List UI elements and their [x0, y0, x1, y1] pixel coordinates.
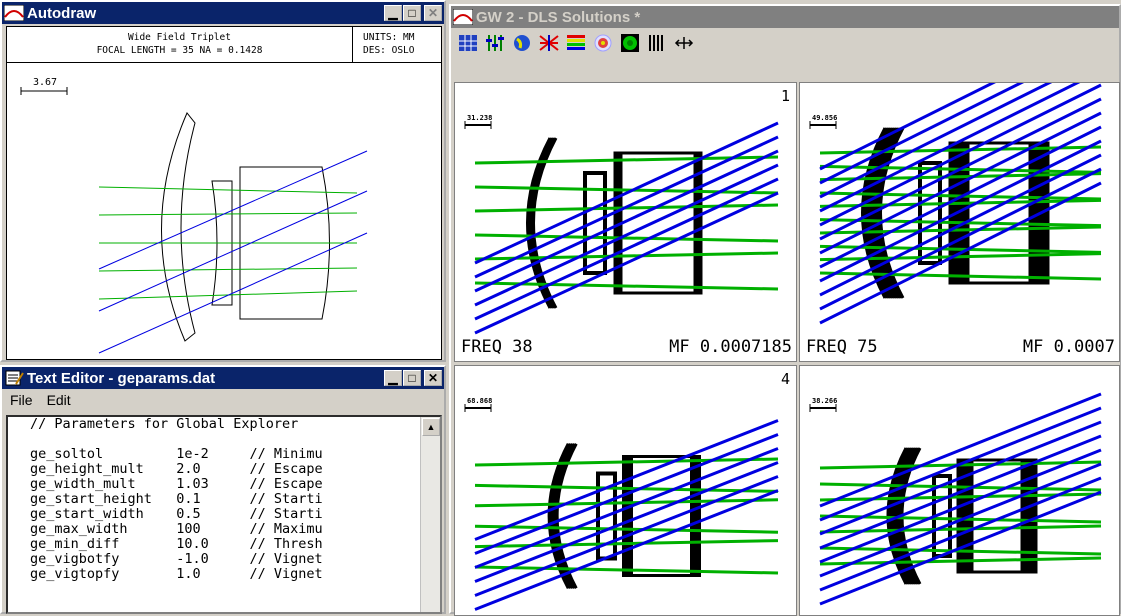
solution-pane[interactable]: 68.868 4: [454, 365, 797, 616]
text-line: // Parameters for Global Explorer: [30, 416, 299, 432]
text-area[interactable]: // Parameters for Global Explorer ge_solt…: [6, 415, 442, 614]
stripes-icon[interactable]: [646, 32, 668, 54]
gw-app-icon: [453, 9, 473, 25]
close-button[interactable]: ✕: [424, 5, 442, 21]
vertical-scrollbar[interactable]: ▲: [420, 417, 440, 612]
text-line: ge_vigtopfy 1.0 // Vignet: [30, 566, 323, 582]
text-line: ge_soltol 1e-2 // Minimu: [30, 446, 323, 462]
text-editor-titlebar[interactable]: Text Editor - geparams.dat ▁ □ ✕: [2, 367, 444, 389]
designer-label: DES: OSLO: [363, 45, 415, 56]
autodraw-window[interactable]: Autodraw ▁ □ ✕ Wide Field Triplet FOCAL …: [0, 0, 446, 362]
lens-layout-drawing: 38.266: [809, 392, 1102, 606]
pane-number: 1: [780, 87, 790, 105]
autodraw-app-icon: [4, 5, 24, 21]
svg-text:31.238: 31.238: [467, 114, 492, 122]
sliders-icon[interactable]: [484, 32, 506, 54]
text-line: ge_min_diff 10.0 // Thresh: [30, 536, 323, 552]
menu-file[interactable]: File: [10, 392, 33, 408]
maximize-button[interactable]: □: [403, 5, 421, 21]
bars-icon[interactable]: [565, 32, 587, 54]
lens-header: Wide Field Triplet FOCAL LENGTH = 35 NA …: [7, 27, 441, 63]
text-line: ge_width_mult 1.03 // Escape: [30, 476, 323, 492]
lens-spec: FOCAL LENGTH = 35 NA = 0.1428: [96, 45, 263, 56]
pane-freq: FREQ 75: [806, 337, 878, 357]
text-line: ge_start_width 0.5 // Starti: [30, 506, 323, 522]
gw-toolbar: [451, 28, 1119, 58]
menu-edit[interactable]: Edit: [47, 392, 71, 408]
maximize-button[interactable]: □: [403, 370, 421, 386]
solution-pane[interactable]: 38.266: [799, 365, 1120, 616]
minimize-button[interactable]: ▁: [384, 5, 402, 21]
move-icon[interactable]: [673, 32, 695, 54]
pane-number: 4: [780, 370, 790, 388]
rays-icon[interactable]: [538, 32, 560, 54]
solutions-grid: 31.238 1 FREQ 38 MF 0.0007185 49.856 FRE…: [454, 82, 1120, 616]
minimize-button[interactable]: ▁: [384, 370, 402, 386]
menu-bar: File Edit: [2, 389, 444, 411]
text-line: ge_height_mult 2.0 // Escape: [30, 461, 323, 477]
lens-layout-drawing: 49.856: [809, 83, 1102, 325]
window-title: Autodraw: [27, 4, 97, 22]
solution-pane[interactable]: 31.238 1 FREQ 38 MF 0.0007185: [454, 82, 797, 362]
svg-text:68.868: 68.868: [467, 397, 492, 405]
lens-drawing: [20, 87, 368, 354]
gw-titlebar[interactable]: GW 2 - DLS Solutions *: [451, 6, 1119, 28]
text-line: ge_max_width 100 // Maximu: [30, 521, 323, 537]
lens-title: Wide Field Triplet: [128, 32, 231, 43]
text-line: ge_vigbotfy -1.0 // Vignet: [30, 551, 323, 567]
window-title: Text Editor - geparams.dat: [27, 369, 216, 387]
text-line: ge_start_height 0.1 // Starti: [30, 491, 323, 507]
autodraw-canvas: Wide Field Triplet FOCAL LENGTH = 35 NA …: [6, 26, 442, 360]
text-editor-window[interactable]: Text Editor - geparams.dat ▁ □ ✕ File Ed…: [0, 365, 446, 614]
gw-window[interactable]: GW 2 - DLS Solutions * 31.238 1 FREQ 38 …: [449, 4, 1121, 616]
close-button[interactable]: ✕: [424, 370, 442, 386]
scroll-up-icon[interactable]: ▲: [422, 418, 440, 436]
text-line: [8, 432, 440, 447]
pane-merit: MF 0.0007185: [669, 337, 792, 357]
lens-layout-drawing: 31.238: [464, 114, 779, 335]
target-icon[interactable]: [592, 32, 614, 54]
units-label: UNITS: MM: [363, 32, 415, 43]
globe-icon[interactable]: [511, 32, 533, 54]
window-title: GW 2 - DLS Solutions *: [476, 8, 641, 26]
notepad-icon: [5, 370, 24, 386]
svg-text:38.266: 38.266: [812, 397, 837, 405]
autodraw-titlebar[interactable]: Autodraw ▁ □ ✕: [2, 2, 444, 24]
circle-icon[interactable]: [619, 32, 641, 54]
pane-merit: MF 0.0007: [1022, 337, 1115, 357]
text-lines: // Parameters for Global Explorer ge_solt…: [8, 417, 440, 582]
solution-pane[interactable]: 49.856 FREQ 75 MF 0.0007: [799, 82, 1120, 362]
grid-icon[interactable]: [457, 32, 479, 54]
pane-freq: FREQ 38: [461, 337, 533, 357]
lens-layout-drawing: 68.868: [464, 397, 779, 611]
svg-text:49.856: 49.856: [812, 114, 837, 122]
